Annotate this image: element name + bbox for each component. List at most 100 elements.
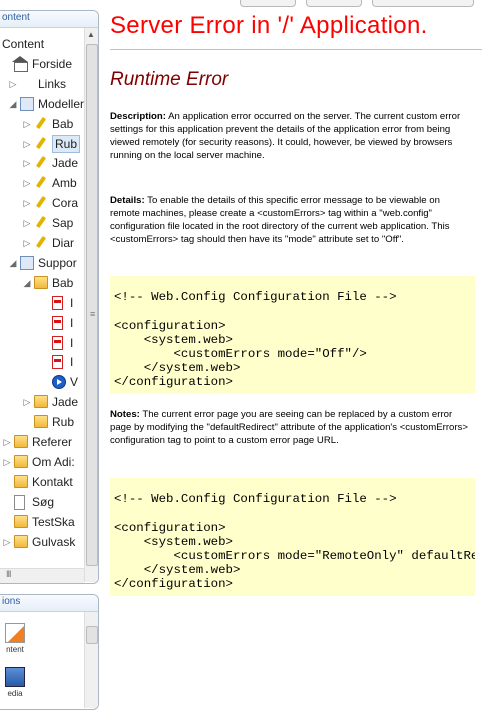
- expander-icon[interactable]: ◢: [8, 253, 18, 273]
- expander-icon[interactable]: ▷: [2, 452, 12, 472]
- notes-label: Notes:: [110, 409, 140, 420]
- pdf-icon: [52, 335, 66, 350]
- tree-node[interactable]: ▷ Amb: [22, 173, 77, 193]
- pen-icon: [34, 216, 48, 230]
- tree-node-label: Kontakt: [32, 474, 73, 489]
- expander-icon[interactable]: ▷: [22, 173, 32, 193]
- options-panel: ions ntent edia: [0, 594, 99, 710]
- tree-node[interactable]: ▷ Gulvask: [2, 532, 75, 552]
- expander-icon[interactable]: ▷: [2, 532, 12, 552]
- tree-node-label: Jade: [52, 395, 79, 410]
- doc-icon: [14, 494, 28, 510]
- browser-tabstrip: [110, 0, 482, 7]
- tree-node[interactable]: V: [40, 372, 78, 392]
- expander-icon[interactable]: ▷: [22, 114, 32, 134]
- tree-node[interactable]: Rub: [22, 412, 74, 432]
- house-icon: [12, 55, 28, 72]
- error-title: Server Error in '/' Application.: [110, 12, 428, 39]
- tree-node[interactable]: ▷ Bab: [22, 114, 73, 134]
- expander-icon[interactable]: ◢: [22, 273, 32, 293]
- tree-node-label: Gulvask: [32, 534, 76, 549]
- scroll-up-arrow-icon[interactable]: ▲: [87, 30, 95, 39]
- toolbar-tab-2[interactable]: [306, 0, 362, 7]
- pen-icon: [34, 156, 48, 170]
- folder-icon: [34, 275, 48, 290]
- tree-node[interactable]: I: [40, 333, 73, 353]
- expander-icon[interactable]: ▷: [22, 233, 32, 253]
- content-tree: Content Forside ▷ Links ◢ Modeller ▷ Bab ▷ Rub ▷ Ja…: [0, 28, 84, 568]
- folder-icon: [14, 514, 28, 529]
- tree-node-label: Modeller: [38, 96, 84, 111]
- tree-node[interactable]: ▷ Cora: [22, 193, 78, 213]
- tree-horizontal-scrollbar[interactable]: III: [0, 568, 84, 583]
- tree-node[interactable]: ▷ Links: [8, 74, 66, 94]
- scroll-thumb[interactable]: ≡: [86, 44, 98, 566]
- tree-node-label: Rub: [52, 415, 75, 430]
- tree-node[interactable]: Søg: [2, 492, 54, 512]
- option-label: edia: [7, 689, 23, 698]
- tree-node[interactable]: Content: [2, 34, 44, 54]
- option-content[interactable]: ntent: [0, 623, 30, 654]
- description-paragraph: Description: An application error occurr…: [110, 110, 472, 162]
- options-header: ions: [0, 595, 98, 612]
- media-icon: [5, 667, 25, 687]
- folder-icon: [34, 395, 48, 409]
- tree-node[interactable]: Kontakt: [2, 472, 73, 492]
- tree-node-label: I: [70, 355, 74, 370]
- divider: [110, 49, 482, 50]
- tree-node-label: Referer: [32, 435, 73, 449]
- expander-icon[interactable]: ▷: [22, 193, 32, 213]
- config-code-block-2: <!-- Web.Config Configuration File --> <…: [110, 478, 475, 596]
- tree-node[interactable]: I: [40, 293, 73, 313]
- tree-node[interactable]: ◢ Bab: [22, 273, 73, 293]
- tree-node-label: Sap: [52, 216, 74, 231]
- tree-vertical-scrollbar[interactable]: ▲ ≡: [84, 28, 98, 582]
- folder-icon: [34, 415, 48, 429]
- tree-node[interactable]: ▷ Referer: [2, 432, 72, 452]
- folder-icon: [14, 454, 28, 469]
- tree-node-label: Jade: [52, 156, 79, 171]
- folder-icon: [14, 534, 28, 549]
- pdf-icon: [52, 295, 66, 310]
- tree-node[interactable]: ◢ Modeller: [8, 94, 84, 114]
- expander-icon[interactable]: ▷: [22, 134, 32, 154]
- pdf-icon: [52, 315, 66, 330]
- options-scroll-thumb[interactable]: [86, 626, 98, 644]
- expander-icon[interactable]: ▷: [22, 153, 32, 173]
- content-tree-panel: ontent Content Forside ▷ Links ◢ Modeller ▷ Bab…: [0, 10, 99, 584]
- tree-node[interactable]: ▷ Om Adi:: [2, 452, 75, 472]
- tree-node[interactable]: I: [40, 313, 73, 333]
- globe-icon: [20, 96, 34, 111]
- play-icon: [52, 375, 66, 390]
- tree-node[interactable]: ▷ Jade: [22, 392, 78, 412]
- hgrip-icon: III: [6, 569, 11, 579]
- tree-node[interactable]: ◢ Suppor: [8, 253, 77, 273]
- expander-icon[interactable]: ◢: [8, 94, 18, 114]
- pen-icon: [34, 116, 48, 131]
- tree-node[interactable]: I: [40, 352, 73, 372]
- details-text: To enable the details of this specific e…: [110, 195, 450, 246]
- python-icon: [20, 77, 34, 91]
- options-scrollbar[interactable]: [84, 612, 98, 708]
- tree-node-label: Forside: [32, 56, 73, 71]
- pdf-icon: [52, 355, 66, 370]
- folder-icon: [14, 474, 28, 489]
- expander-icon[interactable]: ▷: [8, 74, 18, 94]
- tree-node[interactable]: TestSka: [2, 512, 75, 532]
- expander-icon[interactable]: ▷: [22, 392, 32, 412]
- tree-node[interactable]: ▷ Sap: [22, 213, 73, 233]
- toolbar-tab-3[interactable]: [372, 0, 474, 7]
- tree-node[interactable]: ▷ Rub: [22, 134, 81, 154]
- toolbar-tab-1[interactable]: [240, 0, 296, 7]
- expander-icon[interactable]: ▷: [2, 432, 12, 452]
- tree-node-label: Suppor: [38, 255, 77, 270]
- globe-icon: [20, 255, 34, 270]
- tree-node[interactable]: Forside: [2, 54, 72, 74]
- tree-node[interactable]: ▷ Diar: [22, 233, 74, 253]
- expander-icon[interactable]: ▷: [22, 213, 32, 233]
- tree-node[interactable]: ▷ Jade: [22, 153, 78, 173]
- tree-node-label: Diar: [52, 236, 75, 250]
- option-media[interactable]: edia: [0, 667, 30, 698]
- panel-header: ontent: [0, 11, 98, 28]
- details-label: Details:: [110, 195, 145, 206]
